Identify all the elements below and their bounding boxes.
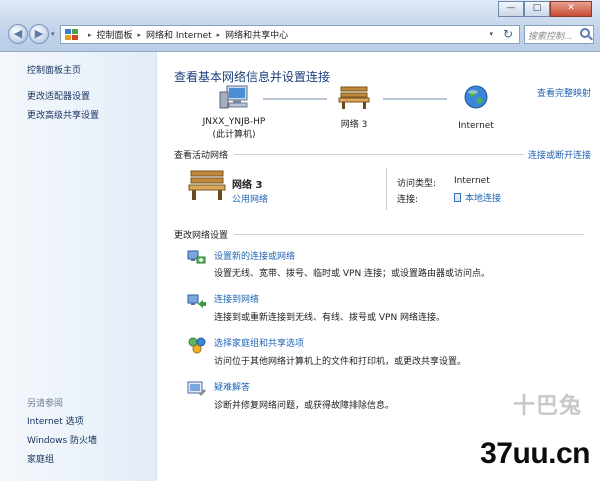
task-connect-to-network-desc: 连接到或重新连接到无线、有线、拨号或 VPN 网络连接。 xyxy=(214,313,446,323)
connection-link[interactable]: 本地连接 xyxy=(454,191,501,204)
breadcrumb-network-internet[interactable]: 网络和 Internet xyxy=(146,28,212,41)
address-bar[interactable]: ▸ 控制面板 ▸ 网络和 Internet ▸ 网络和共享中心 ▾ ↻ xyxy=(60,25,520,44)
map-internet-label: Internet xyxy=(458,121,494,131)
breadcrumb-separator-icon[interactable]: ▸ xyxy=(88,31,92,39)
back-button[interactable]: ◀ xyxy=(8,24,28,44)
search-icon[interactable] xyxy=(580,28,590,38)
connect-network-icon xyxy=(187,294,206,308)
see-also-title: 另请参阅 xyxy=(27,399,64,409)
window-titlebar: — □ ✕ ◀ ▶ ▾ ▸ 控制面板 ▸ 网络和 Internet ▸ 网络和共… xyxy=(0,0,600,52)
map-node-internet[interactable]: Internet xyxy=(451,84,501,131)
map-node-network[interactable]: 网络 3 xyxy=(327,84,381,130)
map-network-name: 网络 3 xyxy=(340,120,368,130)
watermark-big: 37uu.cn xyxy=(480,437,590,470)
troubleshoot-icon xyxy=(187,381,206,396)
section-divider xyxy=(234,234,584,235)
map-link-line xyxy=(383,98,447,100)
page-title: 查看基本网络信息并设置连接 xyxy=(174,70,331,84)
breadcrumb-control-panel[interactable]: 控制面板 xyxy=(97,28,133,41)
access-type-value: Internet xyxy=(454,176,490,186)
breadcrumb-separator-icon[interactable]: ▸ xyxy=(217,31,221,39)
search-placeholder: 搜索控制... xyxy=(528,32,573,42)
task-homegroup-sharing-desc: 访问位于其他网络计算机上的文件和打印机，或更改共享设置。 xyxy=(214,357,467,367)
forward-button[interactable]: ▶ xyxy=(29,24,49,44)
vertical-divider xyxy=(386,168,387,210)
section-divider xyxy=(234,154,524,155)
access-type-label: 访问类型: xyxy=(397,179,437,189)
bench-icon xyxy=(338,86,370,109)
connections-label: 连接: xyxy=(397,195,419,205)
sidebar-item-control-panel-home[interactable]: 控制面板主页 xyxy=(27,63,81,76)
task-setup-new-connection[interactable]: 设置新的连接或网络 xyxy=(214,249,295,262)
task-troubleshoot-desc: 诊断并修复网络问题，或获得故障排除信息。 xyxy=(214,401,395,411)
bench-icon xyxy=(188,170,226,200)
sidebar: 控制面板主页 更改适配器设置 更改高级共享设置 另请参阅 Internet 选项… xyxy=(0,52,157,481)
map-node-computer: JNXX_YNJB-HP (此计算机) xyxy=(197,84,271,140)
control-panel-icon xyxy=(65,28,79,41)
sidebar-item-advanced-sharing[interactable]: 更改高级共享设置 xyxy=(27,108,99,121)
globe-icon xyxy=(464,85,488,109)
watermark-small: 十巴兔 xyxy=(512,394,582,419)
new-connection-icon xyxy=(187,250,206,264)
sidebar-item-change-adapter-settings[interactable]: 更改适配器设置 xyxy=(27,89,90,102)
window-controls: — □ ✕ xyxy=(498,1,592,17)
active-network-name: 网络 3 xyxy=(232,180,263,191)
see-full-map-link[interactable]: 查看完整映射 xyxy=(537,86,591,99)
computer-name: JNXX_YNJB-HP xyxy=(202,117,266,127)
connection-link-label[interactable]: 本地连接 xyxy=(465,194,501,204)
map-link-line xyxy=(263,98,327,100)
task-troubleshoot[interactable]: 疑难解答 xyxy=(214,380,250,393)
task-homegroup-sharing[interactable]: 选择家庭组和共享选项 xyxy=(214,336,304,349)
task-connect-to-network[interactable]: 连接到网络 xyxy=(214,292,259,305)
breadcrumb-separator-icon[interactable]: ▸ xyxy=(138,31,142,39)
search-input[interactable]: 搜索控制... xyxy=(524,25,594,44)
active-networks-header: 查看活动网络 xyxy=(174,151,229,161)
refresh-icon[interactable]: ↻ xyxy=(503,27,513,41)
homegroup-icon xyxy=(188,337,206,354)
recent-pages-dropdown-icon[interactable]: ▾ xyxy=(51,30,55,38)
minimize-button[interactable]: — xyxy=(498,1,524,17)
computer-note: (此计算机) xyxy=(212,130,256,140)
task-setup-new-connection-desc: 设置无线、宽带、拨号、临时或 VPN 连接；或设置路由器或访问点。 xyxy=(214,269,491,279)
change-settings-header: 更改网络设置 xyxy=(174,231,229,241)
sidebar-item-windows-firewall[interactable]: Windows 防火墙 xyxy=(27,433,97,446)
sidebar-item-internet-options[interactable]: Internet 选项 xyxy=(27,414,84,427)
maximize-button[interactable]: □ xyxy=(524,1,550,17)
breadcrumb-sharing-center[interactable]: 网络和共享中心 xyxy=(225,28,288,41)
network-type-link[interactable]: 公用网络 xyxy=(232,192,268,205)
address-dropdown-icon[interactable]: ▾ xyxy=(489,30,493,38)
computer-icon xyxy=(219,85,248,109)
sidebar-item-homegroup[interactable]: 家庭组 xyxy=(27,452,54,465)
ethernet-icon xyxy=(454,193,461,202)
connect-disconnect-link[interactable]: 连接或断开连接 xyxy=(528,148,591,161)
close-button[interactable]: ✕ xyxy=(550,1,592,17)
